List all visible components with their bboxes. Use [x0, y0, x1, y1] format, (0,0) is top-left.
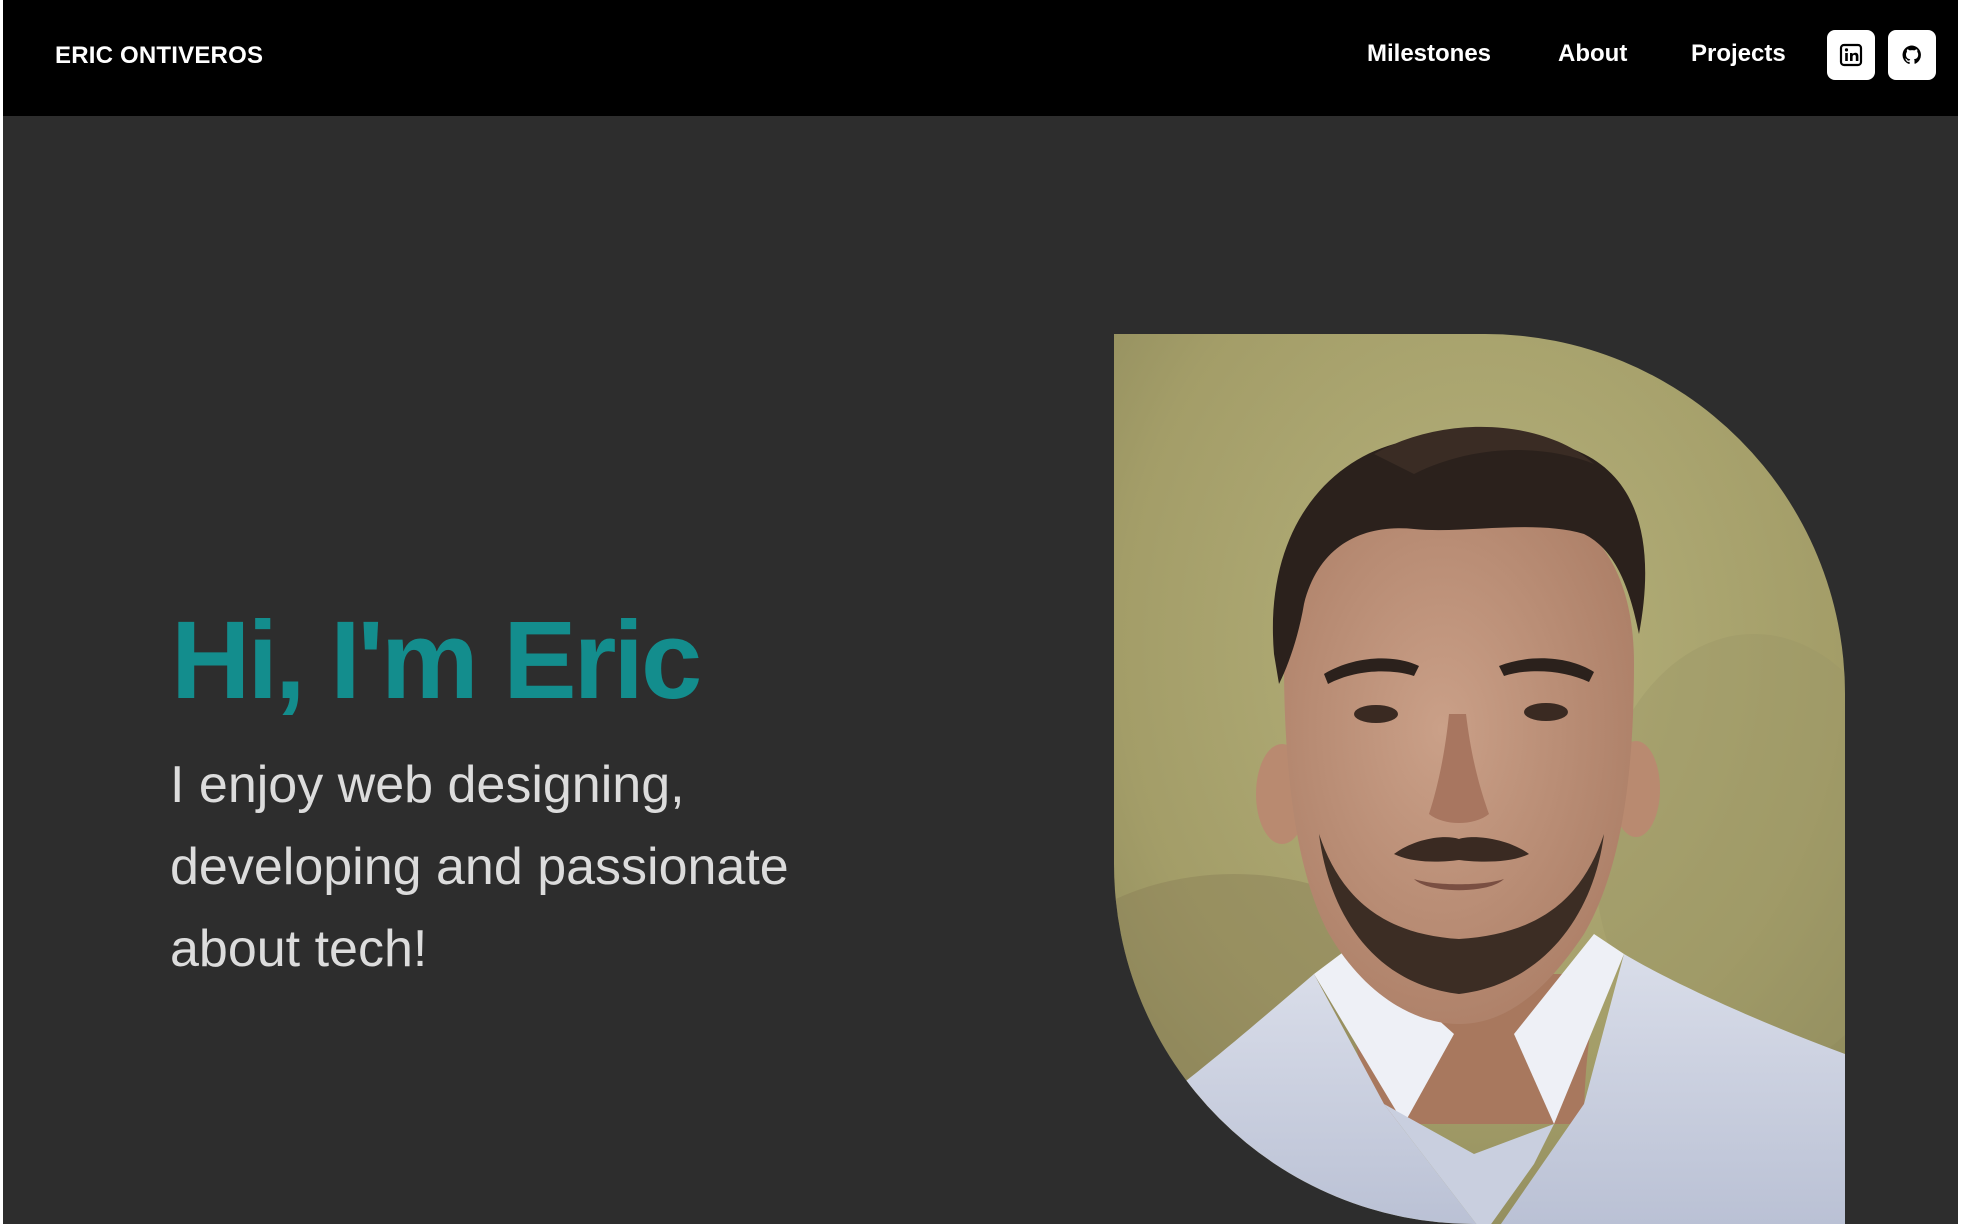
site-brand[interactable]: ERIC ONTIVEROS	[55, 40, 263, 72]
github-button[interactable]	[1888, 30, 1936, 80]
page: ERIC ONTIVEROS Milestones About Projects	[3, 0, 1958, 1224]
linkedin-icon	[1839, 43, 1863, 67]
navbar: ERIC ONTIVEROS Milestones About Projects	[3, 0, 1958, 116]
github-icon	[1900, 43, 1924, 67]
nav-link-milestones[interactable]: Milestones	[1367, 38, 1491, 70]
profile-photo	[1114, 334, 1845, 1224]
hero-title: Hi, I'm Eric	[171, 599, 702, 722]
hero-subtitle: I enjoy web designing, developing and pa…	[170, 756, 789, 978]
nav-link-about[interactable]: About	[1558, 38, 1627, 70]
linkedin-button[interactable]	[1827, 30, 1875, 80]
nav-link-projects[interactable]: Projects	[1691, 38, 1786, 70]
